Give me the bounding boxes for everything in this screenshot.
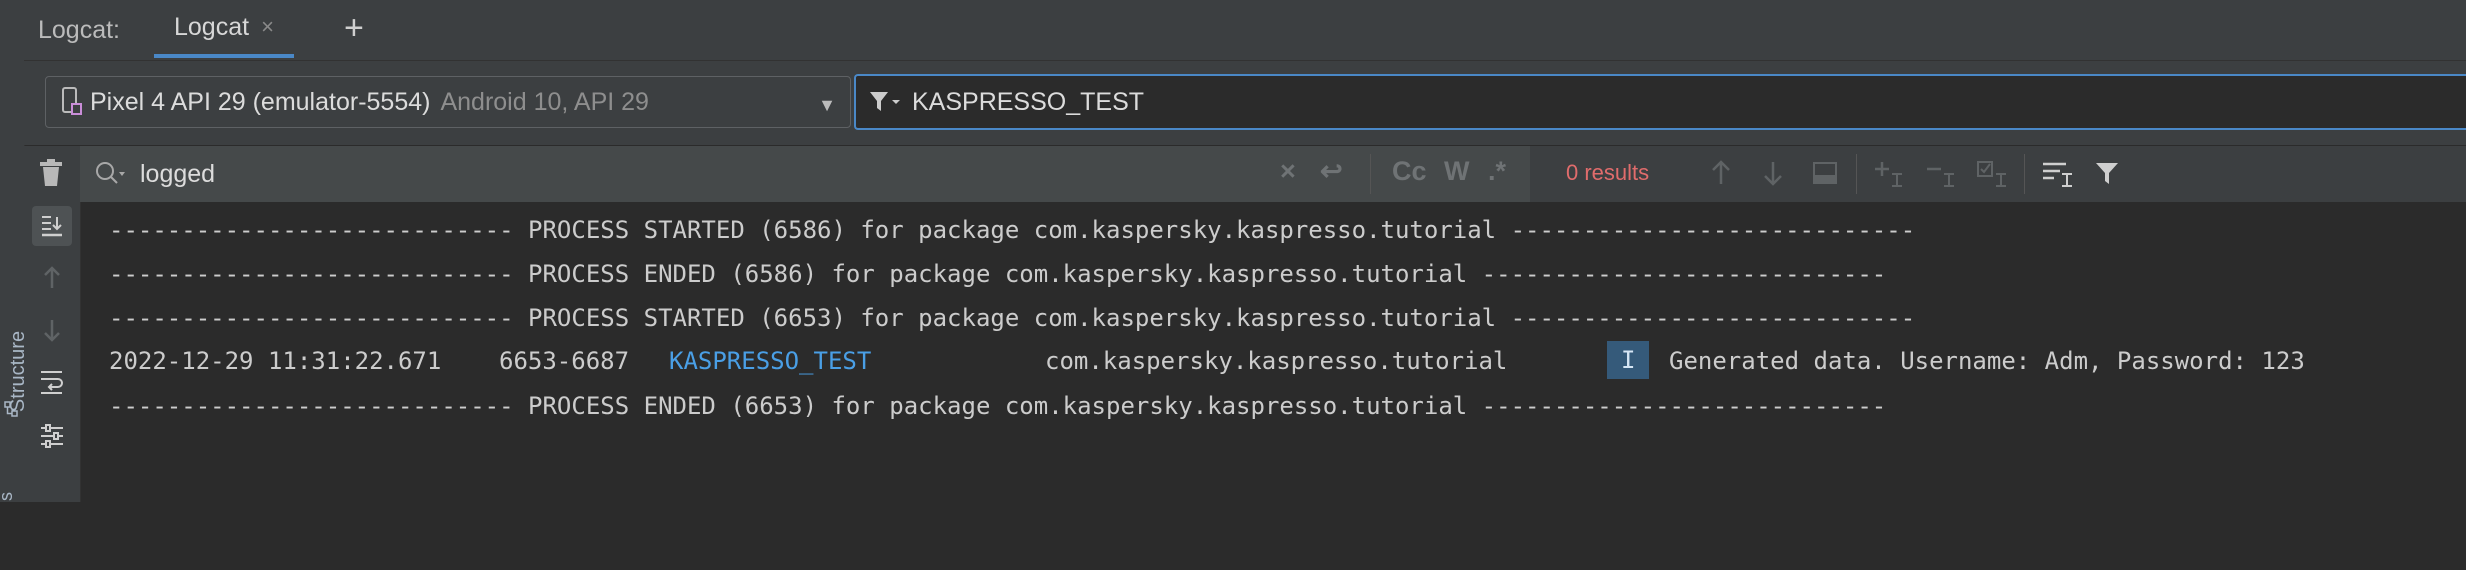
- log-message: Generated data. Username: Adm, Password:…: [1669, 347, 2305, 375]
- search-icon[interactable]: [94, 160, 128, 188]
- filter-icon[interactable]: [2088, 154, 2126, 192]
- log-output[interactable]: ---------------------------- PROCESS STA…: [81, 202, 2466, 502]
- log-package: com.kaspersky.kaspresso.tutorial: [1045, 347, 1508, 375]
- left-edge-strip: Structure s: [0, 0, 29, 502]
- search-input[interactable]: logged: [140, 160, 215, 189]
- filter-input[interactable]: KASPRESSO_TEST: [854, 74, 2466, 130]
- tab-logcat[interactable]: Logcat ×: [154, 0, 294, 58]
- device-details: Android 10, API 29: [440, 87, 649, 116]
- search-bar[interactable]: logged × ↩ Cc W .*: [80, 146, 1530, 202]
- arrow-up-icon[interactable]: [1702, 154, 1740, 192]
- clear-icon[interactable]: ×: [1280, 156, 1296, 187]
- chevron-down-icon[interactable]: ▼: [818, 95, 836, 116]
- log-pid-tid: 6653-6687: [499, 347, 630, 375]
- phone-icon: [62, 87, 82, 115]
- log-side-toolbar: [24, 202, 81, 502]
- log-entry: 2022-12-29 11:31:22.671 6653-6687 KASPRE…: [109, 341, 2409, 386]
- log-line: ---------------------------- PROCESS END…: [109, 260, 1887, 288]
- device-name: Pixel 4 API 29 (emulator-5554): [90, 87, 431, 116]
- select-all-icon[interactable]: [1806, 154, 1844, 192]
- select-all-occurrences-icon[interactable]: [1974, 154, 2012, 192]
- format-options-icon[interactable]: [2038, 154, 2076, 192]
- scroll-to-end-icon[interactable]: [32, 206, 72, 246]
- tool-window-header: Logcat: Logcat × +: [24, 0, 2466, 61]
- arrow-up-icon[interactable]: [32, 258, 72, 298]
- filter-value: KASPRESSO_TEST: [912, 87, 1145, 116]
- results-count: 0 results: [1566, 160, 1650, 185]
- soft-wrap-icon[interactable]: [32, 362, 72, 402]
- add-occurrence-icon[interactable]: [1870, 154, 1908, 192]
- divider: [2024, 154, 2025, 194]
- log-tag: KASPRESSO_TEST: [669, 347, 872, 375]
- match-case-button[interactable]: Cc: [1392, 156, 1427, 187]
- log-line: ---------------------------- PROCESS STA…: [109, 216, 1916, 244]
- whole-word-button[interactable]: W: [1444, 156, 1469, 187]
- arrow-down-icon[interactable]: [1754, 154, 1792, 192]
- log-timestamp: 2022-12-29 11:31:22.671: [109, 347, 442, 375]
- divider: [1370, 154, 1371, 194]
- trash-icon[interactable]: [38, 158, 64, 188]
- structure-icon[interactable]: [2, 400, 20, 418]
- tool-window-title: Logcat:: [38, 16, 121, 44]
- arrow-down-icon[interactable]: [32, 310, 72, 350]
- settings-icon[interactable]: [32, 416, 72, 456]
- log-line: ---------------------------- PROCESS END…: [109, 392, 1887, 420]
- remove-occurrence-icon[interactable]: [1922, 154, 1960, 192]
- tab-label: Logcat: [174, 12, 250, 41]
- partial-tool-label[interactable]: s: [0, 492, 17, 501]
- device-filter-row: Pixel 4 API 29 (emulator-5554) Android 1…: [24, 61, 2466, 145]
- log-level-badge: I: [1607, 341, 1650, 379]
- regex-button[interactable]: .*: [1488, 156, 1506, 187]
- device-selector[interactable]: Pixel 4 API 29 (emulator-5554) Android 1…: [45, 76, 851, 128]
- search-toolbar: logged × ↩ Cc W .* 0 results: [24, 146, 2466, 203]
- wrap-icon[interactable]: ↩: [1320, 156, 1343, 187]
- filter-icon[interactable]: [868, 89, 902, 115]
- add-tab-button[interactable]: +: [344, 10, 364, 46]
- log-line: ---------------------------- PROCESS STA…: [109, 304, 1916, 332]
- close-icon[interactable]: ×: [261, 14, 274, 40]
- divider: [1856, 154, 1857, 194]
